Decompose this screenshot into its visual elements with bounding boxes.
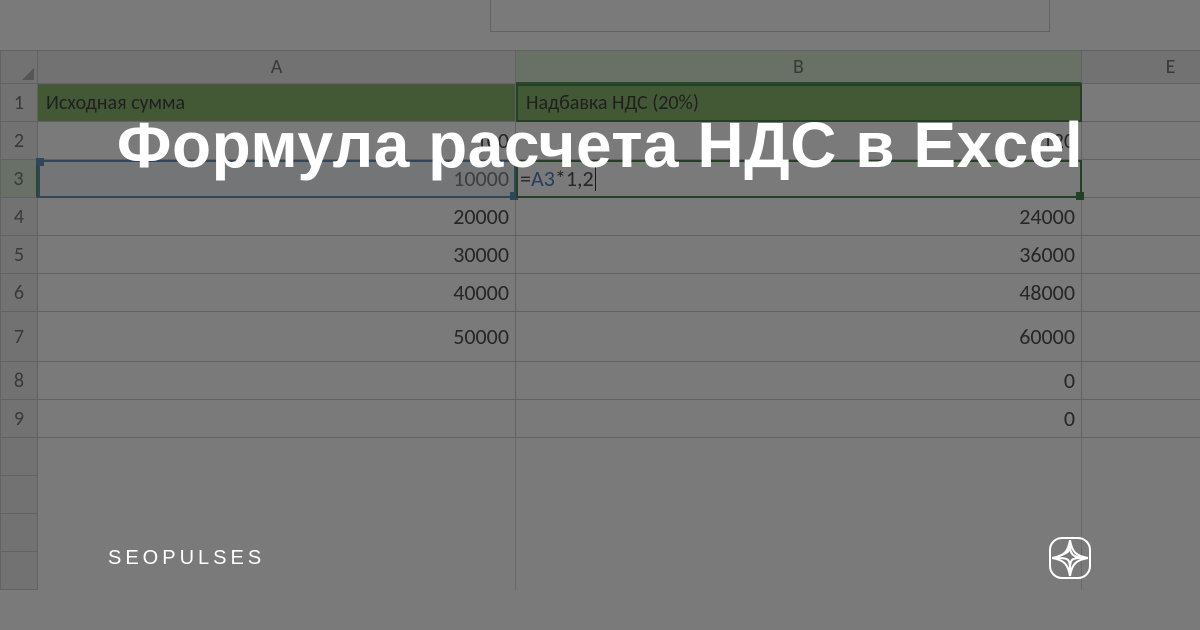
dark-overlay [0, 0, 1200, 630]
overlay-brand: SEOPULSES [108, 547, 265, 570]
stage: A B E 1 Исходная сумма Надбавка НДС (20%… [0, 0, 1200, 630]
zen-badge-icon [1048, 536, 1092, 580]
overlay-title: Формула расчета НДС в Excel [0, 108, 1200, 182]
